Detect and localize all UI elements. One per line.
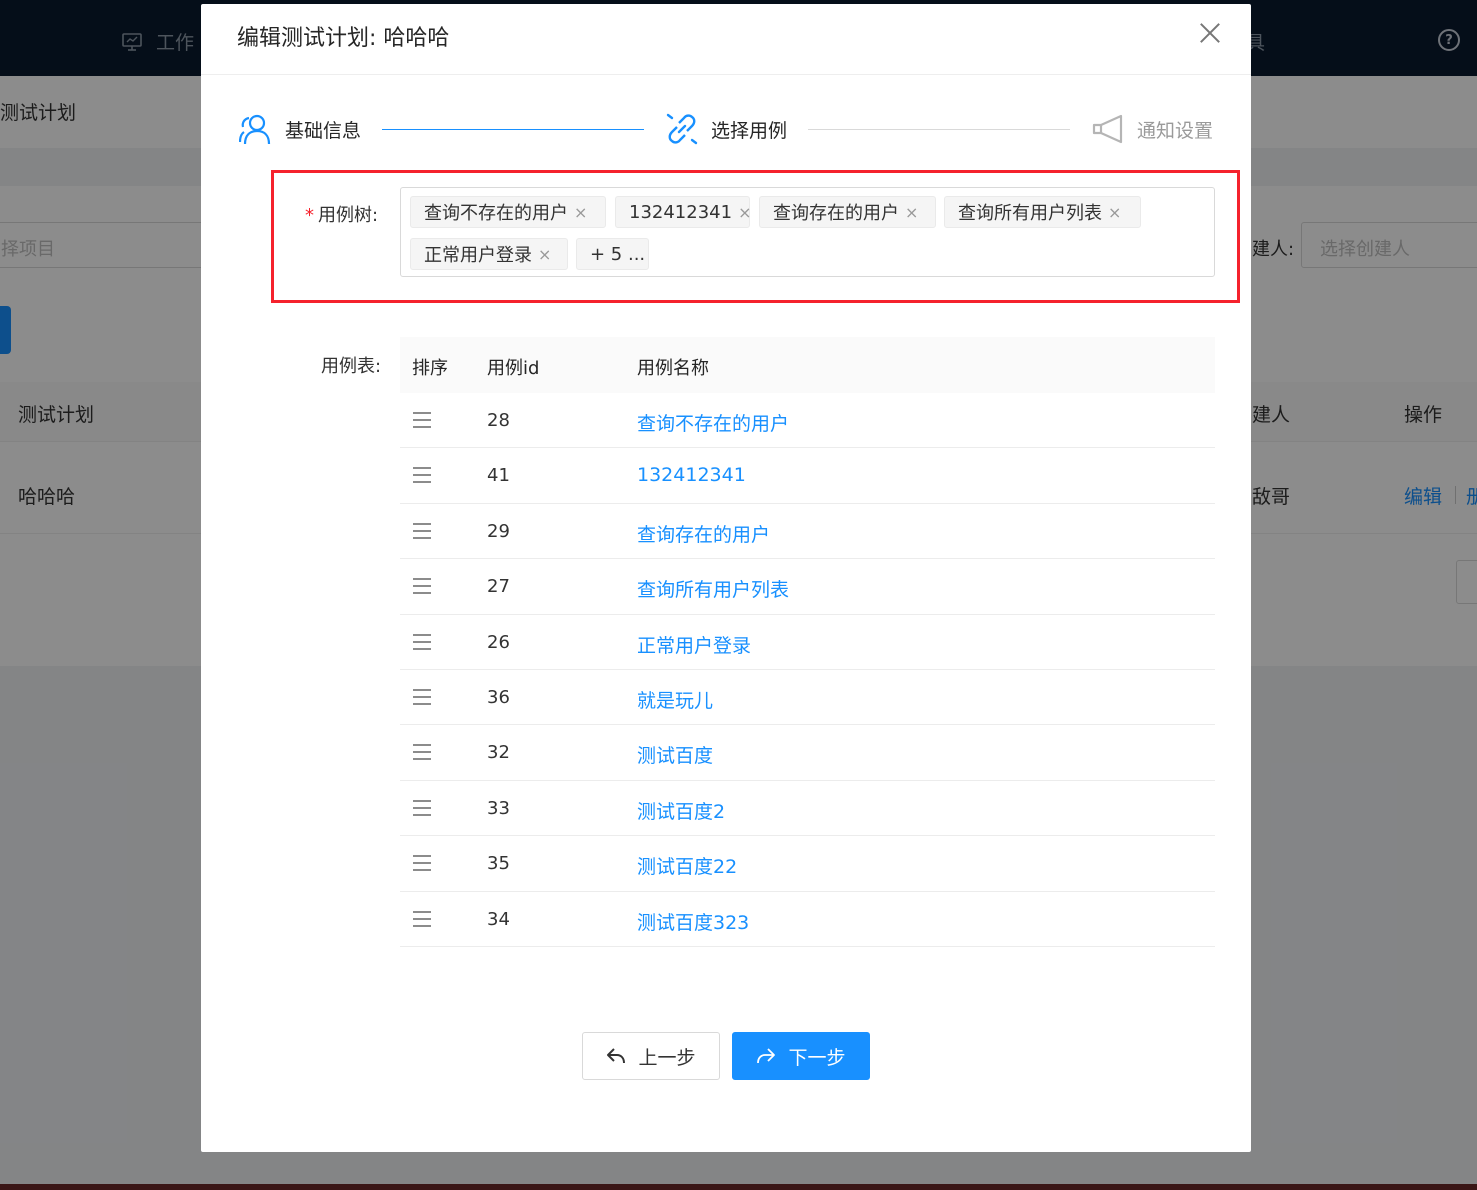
tag-label: 查询所有用户列表 <box>958 203 1102 224</box>
case-id-cell: 41 <box>487 465 510 487</box>
share-arrow-icon <box>757 1048 776 1064</box>
table-row: 32 测试百度 <box>400 725 1215 781</box>
edit-plan-modal: 编辑测试计划: 哈哈哈 基础信息 选择用例 通知设置 * 用例树: 查询不存在的… <box>201 4 1251 1152</box>
case-table-body: 28 查询不存在的用户 41 132412341 29 查询存在的用户 27 查询所有用户列表… <box>400 393 1215 947</box>
case-tree-label-text: 用例树: <box>318 205 379 226</box>
tag-close-icon[interactable]: × <box>538 245 551 264</box>
drag-handle-icon[interactable] <box>413 633 431 650</box>
case-tree-select[interactable]: 查询不存在的用户 × 132412341 × 查询存在的用户 × 查询所有用户列表 × … <box>400 187 1215 277</box>
modal-header-divider <box>201 74 1251 75</box>
step-connector-done <box>382 129 644 130</box>
users-icon <box>239 114 271 145</box>
case-id-cell: 28 <box>487 410 510 431</box>
table-row: 33 测试百度2 <box>400 781 1215 837</box>
case-id-cell: 34 <box>487 908 510 930</box>
table-row: 29 查询存在的用户 <box>400 504 1215 560</box>
case-tree-label: * 用例树: <box>305 201 378 227</box>
case-name-link[interactable]: 132412341 <box>637 464 746 486</box>
column-header-order: 排序 <box>412 358 448 379</box>
selected-case-tag: 查询不存在的用户 × <box>410 196 606 228</box>
tag-label: 查询不存在的用户 <box>424 203 568 224</box>
more-tags-label: + 5 ... <box>590 243 646 265</box>
column-header-case-name: 用例名称 <box>637 358 709 379</box>
selected-case-tag: 查询存在的用户 × <box>759 196 936 228</box>
tag-label: 正常用户登录 <box>424 245 532 266</box>
table-row: 35 测试百度22 <box>400 836 1215 892</box>
console-strip <box>0 1184 1477 1190</box>
table-row: 28 查询不存在的用户 <box>400 393 1215 449</box>
table-row: 34 测试百度323 <box>400 892 1215 947</box>
case-name-link[interactable]: 查询不存在的用户 <box>637 409 789 436</box>
table-row: 26 正常用户登录 <box>400 615 1215 670</box>
next-step-label: 下一步 <box>788 1046 846 1069</box>
megaphone-icon <box>1092 114 1123 144</box>
link-icon <box>666 113 698 145</box>
selected-case-tag: 正常用户登录 × <box>410 238 568 270</box>
table-row: 27 查询所有用户列表 <box>400 559 1215 615</box>
case-id-cell: 29 <box>487 520 510 542</box>
step-select-cases[interactable]: 选择用例 <box>665 112 787 146</box>
drag-handle-icon[interactable] <box>413 855 431 872</box>
drag-handle-icon[interactable] <box>413 799 431 816</box>
case-name-link[interactable]: 测试百度22 <box>637 852 737 879</box>
tag-close-icon[interactable]: × <box>905 203 918 222</box>
drag-handle-icon[interactable] <box>413 412 431 428</box>
case-table-label: 用例表: <box>321 356 382 377</box>
drag-handle-icon[interactable] <box>413 744 431 761</box>
more-tags-indicator[interactable]: + 5 ... <box>576 238 649 270</box>
step-label: 通知设置 <box>1137 119 1214 142</box>
case-id-cell: 33 <box>487 797 510 819</box>
case-name-link[interactable]: 就是玩儿 <box>637 686 713 713</box>
undo-arrow-icon <box>607 1048 626 1064</box>
case-name-link[interactable]: 正常用户登录 <box>637 631 751 658</box>
step-basic-info[interactable]: 基础信息 <box>239 112 361 146</box>
case-table-header: 排序 用例id 用例名称 <box>400 337 1215 393</box>
case-name-link[interactable]: 测试百度2 <box>637 797 725 824</box>
step-label: 基础信息 <box>285 119 362 142</box>
drag-handle-icon[interactable] <box>413 522 431 539</box>
selected-case-tag: 查询所有用户列表 × <box>944 196 1141 228</box>
modal-title: 编辑测试计划: 哈哈哈 <box>237 26 450 51</box>
case-id-cell: 26 <box>487 631 510 653</box>
tag-close-icon[interactable]: × <box>574 203 587 222</box>
prev-step-button[interactable]: 上一步 <box>582 1032 720 1080</box>
drag-handle-icon[interactable] <box>413 467 431 484</box>
case-id-cell: 27 <box>487 576 510 598</box>
table-row: 36 就是玩儿 <box>400 670 1215 726</box>
case-name-link[interactable]: 测试百度323 <box>637 908 749 935</box>
next-step-button[interactable]: 下一步 <box>732 1032 870 1080</box>
tag-label: 132412341 <box>629 201 733 223</box>
case-name-link[interactable]: 查询存在的用户 <box>637 520 770 547</box>
drag-handle-icon[interactable] <box>413 578 431 595</box>
drag-handle-icon[interactable] <box>413 688 431 705</box>
case-id-cell: 36 <box>487 686 510 708</box>
tag-label: 查询存在的用户 <box>773 203 899 224</box>
close-icon[interactable] <box>1199 22 1221 44</box>
tag-close-icon[interactable]: × <box>738 203 751 222</box>
tag-close-icon[interactable]: × <box>1108 203 1121 222</box>
column-header-case-id: 用例id <box>487 358 540 379</box>
table-row: 41 132412341 <box>400 448 1215 504</box>
case-name-link[interactable]: 查询所有用户列表 <box>637 575 789 602</box>
step-connector-pending <box>808 129 1070 130</box>
required-mark: * <box>305 205 314 226</box>
step-notification-settings[interactable]: 通知设置 <box>1091 112 1213 146</box>
case-name-link[interactable]: 测试百度 <box>637 741 713 768</box>
selected-case-tag: 132412341 × <box>615 196 751 228</box>
case-table: 排序 用例id 用例名称 28 查询不存在的用户 41 132412341 29 查询存在… <box>400 337 1215 947</box>
prev-step-label: 上一步 <box>638 1046 696 1069</box>
case-id-cell: 32 <box>487 742 510 764</box>
case-id-cell: 35 <box>487 853 510 875</box>
drag-handle-icon[interactable] <box>413 910 431 927</box>
step-label: 选择用例 <box>711 119 788 142</box>
